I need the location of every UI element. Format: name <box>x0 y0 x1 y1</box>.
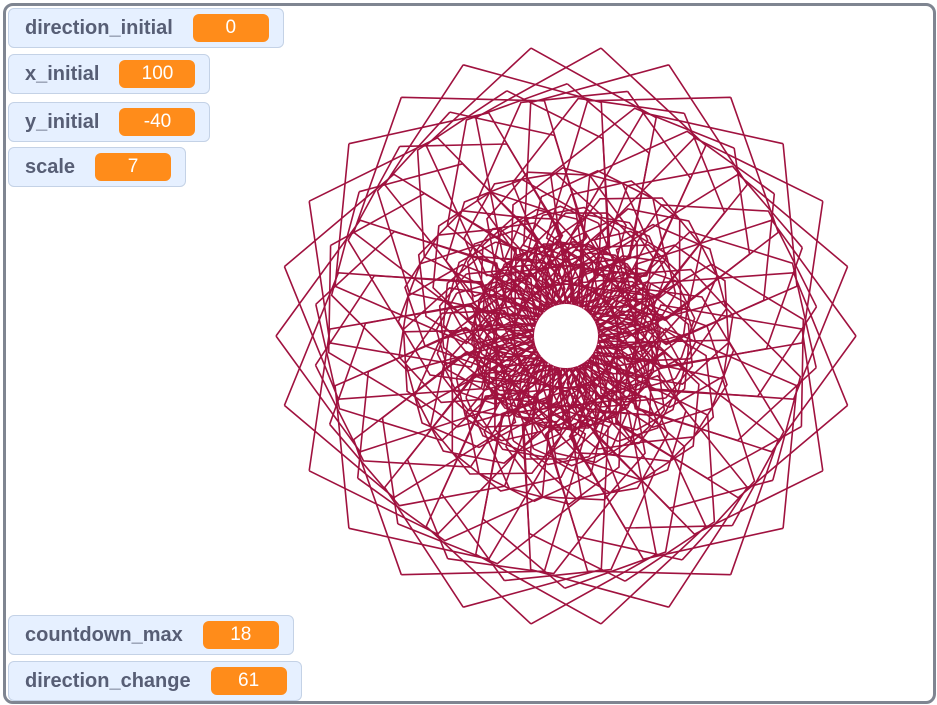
pen-stroke <box>615 173 849 401</box>
monitor-scale[interactable]: scale 7 <box>8 147 187 187</box>
pen-stroke <box>634 219 857 453</box>
monitor-value: 7 <box>95 153 172 181</box>
monitor-value: 18 <box>202 621 279 649</box>
monitor-label: direction_initial <box>25 16 173 39</box>
monitor-label: direction_change <box>25 669 191 692</box>
monitor-countdown-max[interactable]: countdown_max 18 <box>8 615 294 655</box>
monitor-label: countdown_max <box>25 623 183 646</box>
pen-stroke <box>275 219 498 453</box>
stage[interactable]: direction_initial 0 x_initial 100 y_init… <box>3 3 936 704</box>
monitor-x-initial[interactable]: x_initial 100 <box>8 54 211 94</box>
monitor-direction-change[interactable]: direction_change 61 <box>8 661 302 701</box>
monitor-y-initial[interactable]: y_initial -40 <box>8 102 211 142</box>
center-hole <box>534 304 598 368</box>
pen-stroke <box>283 271 517 499</box>
monitor-label: scale <box>25 155 76 178</box>
monitor-value: 100 <box>119 60 196 88</box>
monitor-value: -40 <box>119 108 196 136</box>
monitor-value: 61 <box>210 667 287 695</box>
monitor-label: y_initial <box>25 110 100 133</box>
monitor-value: 0 <box>192 14 269 42</box>
monitor-direction-initial[interactable]: direction_initial 0 <box>8 8 284 48</box>
monitor-label: x_initial <box>25 62 100 85</box>
